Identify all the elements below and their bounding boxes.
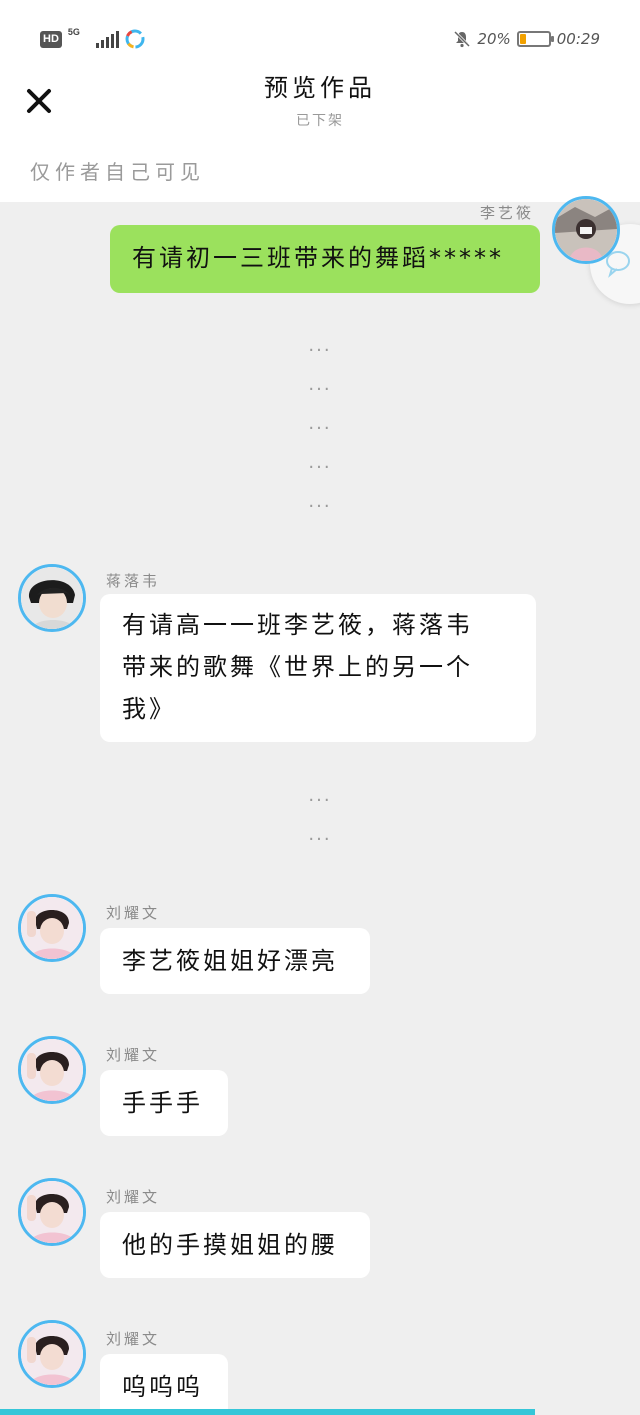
message-text-line: 有请高一一班李艺筱，蒋落韦 bbox=[122, 611, 473, 639]
message-bubble[interactable]: 手手手 bbox=[100, 1070, 228, 1136]
message-sender: 蒋落韦 bbox=[106, 572, 161, 590]
ellipsis-line: ... bbox=[308, 785, 332, 806]
avatar[interactable] bbox=[18, 1178, 86, 1246]
message-text: 他的手摸姐姐的腰 bbox=[122, 1231, 338, 1259]
message-sender: 李艺筱 bbox=[479, 204, 534, 222]
ellipsis-line: ... bbox=[308, 452, 332, 473]
network-label: 5G bbox=[67, 27, 80, 37]
message-text-line: 我》 bbox=[122, 695, 176, 723]
ellipsis-line: ... bbox=[308, 824, 332, 845]
message-sender: 刘耀文 bbox=[106, 1188, 161, 1206]
status-right: 20% 00:29 bbox=[453, 28, 600, 50]
message-text: 有请初一三班带来的舞蹈***** bbox=[132, 244, 504, 272]
message-bubble[interactable]: 呜呜呜 bbox=[100, 1354, 228, 1415]
message-bubble[interactable]: 有请高一一班李艺筱，蒋落韦 带来的歌舞《世界上的另一个 我》 bbox=[100, 594, 536, 742]
avatar[interactable] bbox=[18, 1036, 86, 1104]
chat-area[interactable]: 李艺筱 有请初一三班带来的舞蹈***** ... ... ... ... ...… bbox=[0, 196, 640, 1415]
avatar-image bbox=[21, 1039, 83, 1101]
bottom-progress-bar bbox=[0, 1409, 535, 1415]
ellipsis-line: ... bbox=[308, 335, 332, 356]
message-sender: 刘耀文 bbox=[106, 1046, 161, 1064]
battery-percent: 20% bbox=[477, 30, 511, 48]
avatar[interactable] bbox=[18, 1320, 86, 1388]
message-bubble[interactable]: 李艺筱姐姐好漂亮 bbox=[100, 928, 370, 994]
status-subtitle: 已下架 bbox=[296, 113, 344, 129]
ellipsis-line: ... bbox=[308, 413, 332, 434]
avatar-image bbox=[21, 897, 83, 959]
battery-icon bbox=[516, 31, 554, 47]
mute-bell-icon bbox=[454, 30, 471, 48]
network-indicator: 5G bbox=[67, 27, 90, 49]
ellipsis-line: ... bbox=[308, 491, 332, 512]
avatar-image bbox=[21, 1323, 83, 1385]
message-sender: 刘耀文 bbox=[106, 904, 161, 922]
status-bar: HD 5G 20% 00:29 bbox=[0, 0, 640, 62]
message-text: 手手手 bbox=[122, 1089, 203, 1117]
message-bubble[interactable]: 有请初一三班带来的舞蹈***** bbox=[110, 225, 540, 293]
header: 预览作品 已下架 仅作者自己可见 bbox=[0, 62, 640, 202]
avatar-image bbox=[21, 567, 83, 629]
ellipsis-line: ... bbox=[308, 374, 332, 395]
avatar[interactable] bbox=[18, 564, 86, 632]
hd-badge: HD bbox=[40, 30, 62, 48]
signal-icon bbox=[95, 30, 119, 48]
status-time: 00:29 bbox=[556, 30, 600, 48]
visibility-note: 仅作者自己可见 bbox=[30, 160, 205, 184]
message-text: 李艺筱姐姐好漂亮 bbox=[122, 947, 338, 975]
message-bubble[interactable]: 他的手摸姐姐的腰 bbox=[100, 1212, 370, 1278]
avatar-image bbox=[21, 1181, 83, 1243]
avatar[interactable] bbox=[552, 196, 620, 264]
avatar[interactable] bbox=[18, 894, 86, 962]
status-left: HD 5G bbox=[40, 27, 145, 50]
app-icon bbox=[125, 29, 145, 49]
message-text: 呜呜呜 bbox=[122, 1373, 203, 1401]
avatar-image bbox=[555, 199, 617, 261]
message-sender: 刘耀文 bbox=[106, 1330, 161, 1348]
message-text-line: 带来的歌舞《世界上的另一个 bbox=[122, 653, 473, 681]
page-title: 预览作品 bbox=[264, 74, 376, 102]
